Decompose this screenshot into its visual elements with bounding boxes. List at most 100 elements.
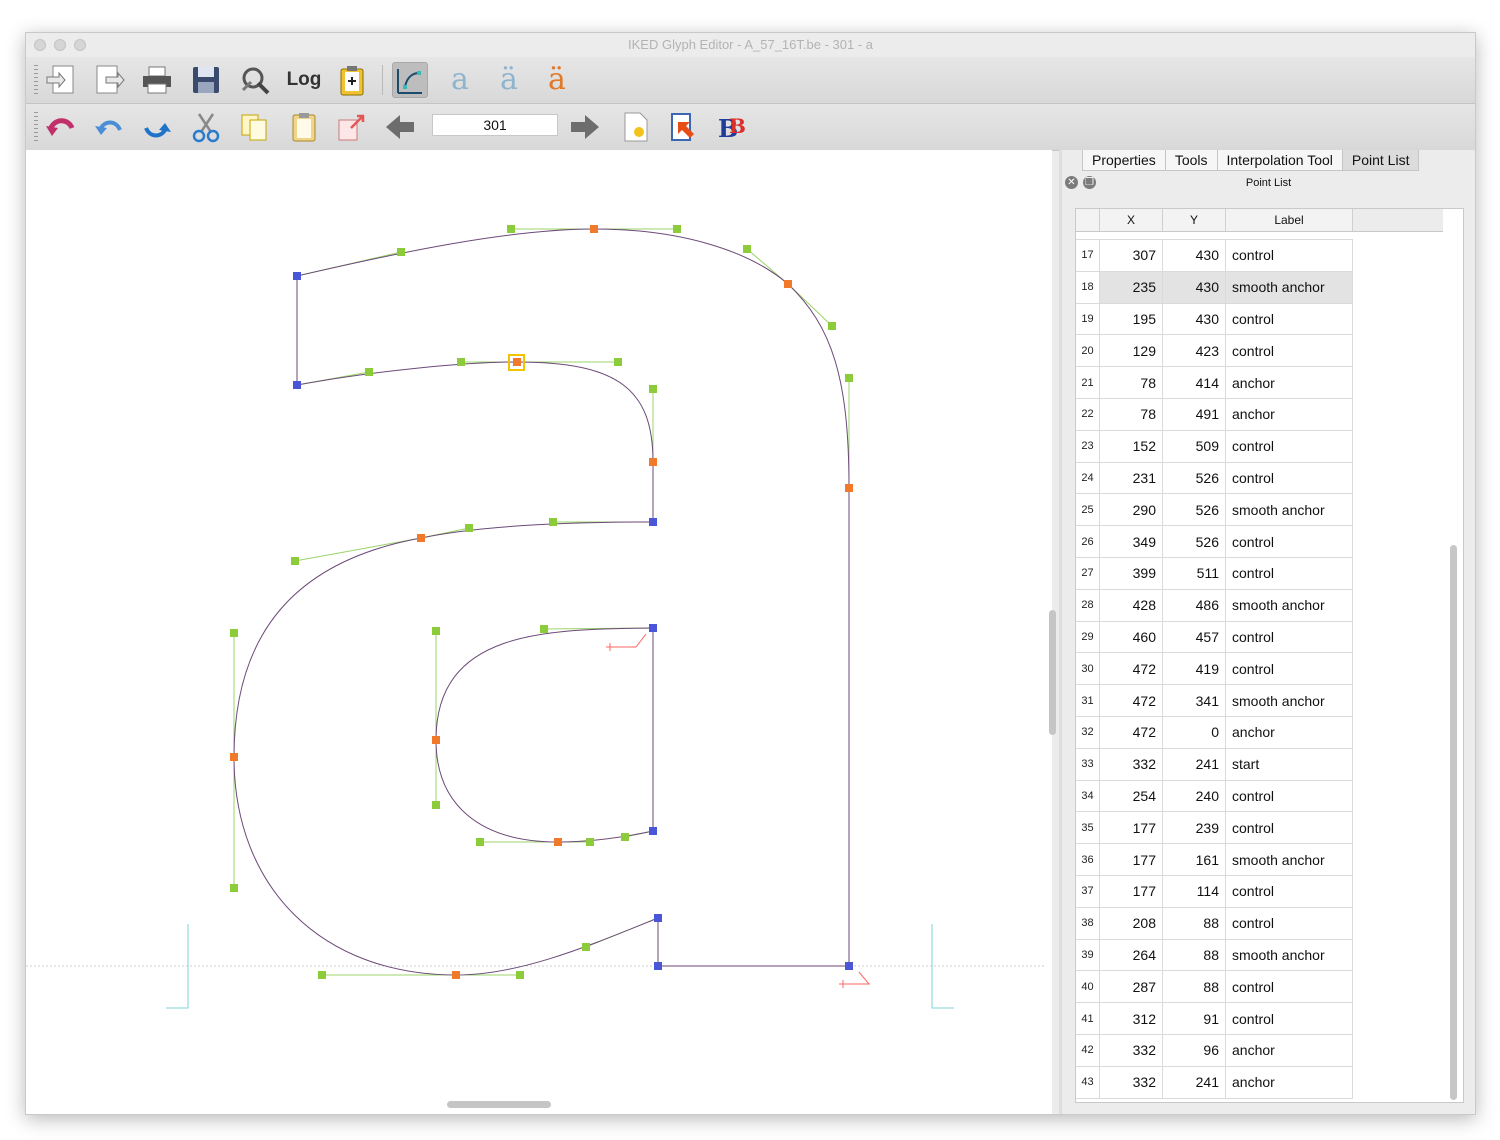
table-row[interactable]: 30 472 419 control [1076,653,1353,686]
table-row[interactable]: 43 332 241 anchor [1076,1066,1353,1099]
point-x-cell[interactable]: 129 [1100,335,1163,367]
point-label-cell[interactable]: control [1226,875,1353,907]
table-row[interactable]: 18 235 430 smooth anchor [1076,271,1353,304]
tab-properties[interactable]: Properties [1082,150,1166,171]
point-label-cell[interactable]: control [1226,557,1353,589]
point-label-cell[interactable]: smooth anchor [1226,589,1353,621]
point-y-cell[interactable]: 91 [1163,1003,1226,1034]
settings-button[interactable] [237,62,273,98]
point-label-cell[interactable]: smooth anchor [1226,685,1353,716]
glyph-number-input[interactable]: 301 [432,114,558,136]
point-x-cell[interactable]: 177 [1100,875,1163,907]
tab-tools[interactable]: Tools [1164,150,1218,171]
paste-special-button[interactable] [334,109,370,145]
next-glyph-button[interactable] [567,109,603,145]
point-list-table[interactable]: X Y Label 17 307 430 control 18 235 430 smooth … [1075,208,1464,1103]
point-y-cell[interactable]: 239 [1163,812,1226,844]
point-y-cell[interactable]: 240 [1163,780,1226,812]
point-x-cell[interactable]: 177 [1100,844,1163,875]
point-x-cell[interactable]: 177 [1100,812,1163,844]
table-row[interactable]: 22 78 491 anchor [1076,398,1353,431]
point-label-cell[interactable]: control [1226,971,1353,1003]
table-row[interactable]: 34 254 240 control [1076,780,1353,813]
smooth-anchors[interactable] [230,225,853,979]
point-x-cell[interactable]: 208 [1100,907,1163,939]
table-row[interactable]: 33 332 241 start [1076,748,1353,781]
point-x-cell[interactable]: 290 [1100,494,1163,526]
cut-button[interactable] [188,109,224,145]
point-x-cell[interactable]: 312 [1100,1003,1163,1034]
previous-glyph-button[interactable] [382,109,418,145]
point-y-cell[interactable]: 241 [1163,1066,1226,1098]
table-row[interactable]: 32 472 0 anchor [1076,716,1353,749]
table-vertical-scrollbar[interactable] [1450,545,1457,1100]
outer-contour[interactable] [233,228,850,976]
point-x-cell[interactable]: 332 [1100,1066,1163,1098]
point-label-cell[interactable]: control [1226,240,1353,271]
outline-view-button[interactable] [392,62,428,98]
point-label-cell[interactable]: anchor [1226,367,1353,398]
point-x-cell[interactable]: 264 [1100,939,1163,971]
glyph-outline-a-button[interactable]: a [442,62,478,98]
print-button[interactable] [139,62,175,98]
point-x-cell[interactable]: 254 [1100,780,1163,812]
redo-button[interactable] [139,109,175,145]
reload-button[interactable] [665,109,701,145]
point-label-cell[interactable]: control [1226,653,1353,685]
point-x-cell[interactable]: 307 [1100,240,1163,271]
glyph-dieresis-a-button[interactable]: ä [491,62,527,98]
import-button[interactable] [43,62,79,98]
point-label-cell[interactable]: control [1226,780,1353,812]
column-header-y[interactable]: Y [1163,209,1226,231]
point-label-cell[interactable]: smooth anchor [1226,939,1353,971]
point-y-cell[interactable]: 241 [1163,748,1226,780]
column-header-label[interactable]: Label [1226,209,1353,231]
point-x-cell[interactable]: 472 [1100,653,1163,685]
point-y-cell[interactable]: 96 [1163,1034,1226,1066]
point-label-cell[interactable]: anchor [1226,1066,1353,1098]
point-y-cell[interactable]: 88 [1163,939,1226,971]
point-y-cell[interactable]: 526 [1163,462,1226,494]
point-x-cell[interactable]: 332 [1100,748,1163,780]
anchor-points[interactable] [293,272,853,970]
point-y-cell[interactable]: 414 [1163,367,1226,398]
point-y-cell[interactable]: 511 [1163,557,1226,589]
point-x-cell[interactable]: 287 [1100,971,1163,1003]
glyph-filled-a-button[interactable]: ä [539,62,575,98]
point-label-cell[interactable]: control [1226,1003,1353,1034]
point-label-cell[interactable]: start [1226,748,1353,780]
tab-interpolation-tool[interactable]: Interpolation Tool [1216,150,1343,171]
point-x-cell[interactable]: 195 [1100,303,1163,335]
save-button[interactable] [188,62,224,98]
canvas-horizontal-scrollbar[interactable] [447,1101,551,1108]
glyph-outline-drawing[interactable] [26,150,1052,1114]
table-row[interactable]: 19 195 430 control [1076,303,1353,336]
glyph-canvas[interactable] [26,150,1056,1114]
point-label-cell[interactable]: anchor [1226,1034,1353,1066]
point-y-cell[interactable]: 430 [1163,240,1226,271]
copy-button[interactable] [237,109,273,145]
control-points[interactable] [230,225,853,979]
point-label-cell[interactable]: smooth anchor [1226,844,1353,875]
table-row[interactable]: 23 152 509 control [1076,430,1353,463]
table-row[interactable]: 35 177 239 control [1076,812,1353,845]
point-label-cell[interactable]: anchor [1226,398,1353,430]
point-label-cell[interactable]: smooth anchor [1226,271,1353,303]
inner-contour[interactable] [435,627,654,843]
bb-button[interactable]: BB [714,109,750,145]
point-x-cell[interactable]: 152 [1100,430,1163,462]
point-y-cell[interactable]: 457 [1163,621,1226,653]
undo-button[interactable] [91,109,127,145]
canvas-vertical-scrollbar[interactable] [1049,610,1056,735]
toolbar-grip[interactable] [34,65,38,95]
table-row[interactable]: 29 460 457 control [1076,621,1353,654]
point-label-cell[interactable]: control [1226,907,1353,939]
point-y-cell[interactable]: 491 [1163,398,1226,430]
point-x-cell[interactable]: 231 [1100,462,1163,494]
table-row[interactable]: 21 78 414 anchor [1076,367,1353,399]
point-y-cell[interactable]: 88 [1163,907,1226,939]
point-x-cell[interactable]: 332 [1100,1034,1163,1066]
table-row[interactable]: 37 177 114 control [1076,875,1353,908]
toolbar-grip[interactable] [34,112,38,142]
selected-point[interactable] [513,358,521,366]
